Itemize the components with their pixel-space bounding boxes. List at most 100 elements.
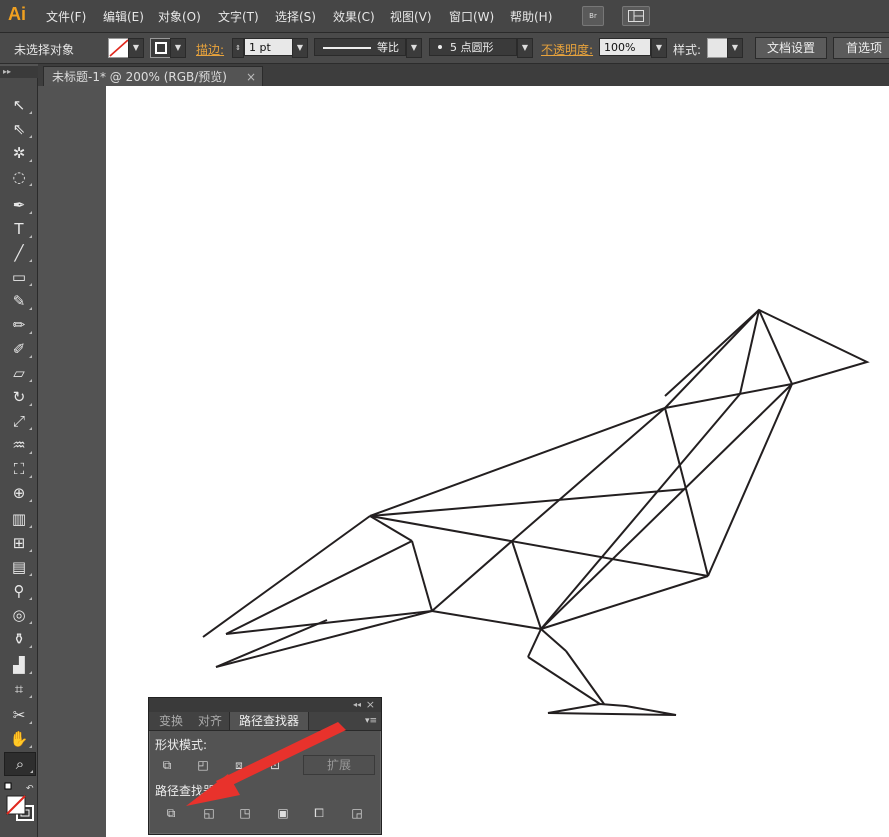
swap-fill-stroke-icon: ↶ [4, 782, 34, 821]
menu-window[interactable]: 窗口(W) [449, 8, 494, 25]
outline-icon[interactable]: ⧠ [309, 804, 329, 822]
scale-tool-icon[interactable]: ⤢ [4, 410, 34, 432]
warp-tool-icon[interactable]: ♒ [4, 434, 34, 456]
eyedropper-tool-icon[interactable]: ⚲ [4, 580, 34, 602]
exclude-icon[interactable]: ⊡ [265, 756, 285, 774]
document-tab-bar: 未标题-1* @ 200% (RGB/预览) × [38, 64, 889, 87]
expand-button[interactable]: 扩展 [303, 755, 375, 775]
stroke-profile-label: 等比 [377, 41, 399, 54]
pencil-tool-icon[interactable]: ✏ [4, 314, 34, 336]
minus-back-icon[interactable]: ◲ [347, 804, 367, 822]
document-setup-button[interactable]: 文档设置 [755, 37, 827, 59]
tab-pathfinder[interactable]: 路径查找器 [229, 712, 309, 730]
close-panel-icon[interactable]: × [366, 698, 375, 712]
layout-grid-icon [628, 10, 644, 22]
stroke-label[interactable]: 描边: [196, 41, 224, 58]
pen-tool-icon[interactable]: ✒ [4, 194, 34, 216]
gradient-tool-icon[interactable]: ▤ [4, 556, 34, 578]
tab-align[interactable]: 对齐 [191, 712, 229, 730]
menu-effect[interactable]: 效果(C) [333, 8, 375, 25]
stroke-weight-stepper[interactable]: ⇕ [232, 38, 244, 58]
stroke-dropdown[interactable]: ▼ [170, 38, 186, 58]
stroke-profile-field[interactable]: 等比 [314, 38, 406, 56]
divide-icon[interactable]: ⧉ [161, 804, 181, 822]
fill-dropdown[interactable]: ▼ [128, 38, 144, 58]
workspace-switcher-button[interactable] [622, 6, 650, 26]
document-tab[interactable]: 未标题-1* @ 200% (RGB/预览) × [43, 66, 263, 87]
direct-selection-tool-icon[interactable]: ⇖ [4, 118, 34, 140]
brush-dot-icon [438, 45, 442, 49]
pathfinder-panel: ◂◂ × 变换 对齐 路径查找器 ▾≡ 形状模式: ⧉ ◰ ⧈ ⊡ 扩展 路径查… [148, 697, 382, 835]
style-swatch[interactable] [707, 38, 729, 58]
stroke-weight-field[interactable]: 1 pt [244, 38, 294, 56]
opacity-label[interactable]: 不透明度: [541, 41, 593, 58]
perspective-grid-tool-icon[interactable]: ▥ [4, 508, 34, 530]
merge-icon[interactable]: ◳ [235, 804, 255, 822]
minus-front-icon[interactable]: ◰ [193, 756, 213, 774]
shape-builder-tool-icon[interactable]: ⊕ [4, 482, 34, 504]
menu-select[interactable]: 选择(S) [275, 8, 316, 25]
stroke-square-icon [155, 42, 167, 54]
opacity-dropdown[interactable]: ▼ [651, 38, 667, 58]
unite-icon[interactable]: ⧉ [157, 756, 177, 774]
menu-type[interactable]: 文字(T) [218, 8, 259, 25]
menu-view[interactable]: 视图(V) [390, 8, 432, 25]
zoom-tool-icon[interactable]: ⌕ [4, 752, 36, 776]
graph-tool-icon[interactable]: ▟ [4, 654, 34, 676]
eraser-tool-icon[interactable]: ▱ [4, 362, 34, 384]
brush-label: 5 点圆形 [450, 41, 494, 54]
tools-panel: ▸▸ ↖ ⇖ ✲ ◌ ✒ T ╱ ▭ ✎ ✏ ✐ ▱ ↻ ⤢ ♒ ⛶ ⊕ ▥ ⊞… [0, 66, 40, 837]
tab-transform[interactable]: 变换 [151, 712, 191, 730]
line-tool-icon[interactable]: ╱ [4, 242, 34, 264]
lasso-tool-icon[interactable]: ◌ [4, 166, 34, 188]
pathfinders-label: 路径查找器: [155, 784, 220, 798]
brush-field[interactable]: 5 点圆形 [429, 38, 517, 56]
paintbrush-tool-icon[interactable]: ✎ [4, 290, 34, 312]
stroke-profile-dropdown[interactable]: ▼ [406, 38, 422, 58]
shape-modes-label: 形状模式: [155, 738, 208, 752]
no-fill-icon [109, 39, 129, 57]
menu-edit[interactable]: 编辑(E) [103, 8, 144, 25]
blob-brush-tool-icon[interactable]: ✐ [4, 338, 34, 360]
artboard-tool-icon[interactable]: ⌗ [4, 678, 34, 700]
control-bar: 未选择对象 ▼ ▼ 描边: ⇕ 1 pt ▼ 等比 ▼ 5 点圆形 ▼ 不透明度… [0, 33, 889, 64]
blend-tool-icon[interactable]: ◎ [4, 604, 34, 626]
rectangle-tool-icon[interactable]: ▭ [4, 266, 34, 288]
style-dropdown[interactable]: ▼ [727, 38, 743, 58]
panel-menu-icon[interactable]: ▾≡ [365, 712, 377, 730]
opacity-field[interactable]: 100% [599, 38, 651, 56]
rotate-tool-icon[interactable]: ↻ [4, 386, 34, 408]
trim-icon[interactable]: ◱ [199, 804, 219, 822]
bridge-button[interactable]: Br [582, 6, 604, 26]
menu-object[interactable]: 对象(O) [158, 8, 201, 25]
panel-title-strip[interactable]: ◂◂ × [149, 698, 381, 712]
type-tool-icon[interactable]: T [4, 218, 34, 240]
document-tab-title: 未标题-1* @ 200% (RGB/预览) [52, 70, 227, 84]
free-transform-tool-icon[interactable]: ⛶ [4, 458, 34, 480]
menu-file[interactable]: 文件(F) [46, 8, 86, 25]
close-tab-icon[interactable]: × [246, 67, 256, 87]
stroke-weight-dropdown[interactable]: ▼ [292, 38, 308, 58]
svg-text:↶: ↶ [26, 784, 34, 794]
crop-icon[interactable]: ▣ [273, 804, 293, 822]
stroke-swatch[interactable] [150, 38, 172, 58]
selection-status: 未选择对象 [14, 43, 75, 57]
magic-wand-tool-icon[interactable]: ✲ [4, 142, 34, 164]
mesh-tool-icon[interactable]: ⊞ [4, 532, 34, 554]
fill-swatch[interactable] [108, 38, 130, 58]
symbol-sprayer-tool-icon[interactable]: ⚱ [4, 628, 34, 650]
stroke-profile-line-icon [323, 47, 371, 49]
menu-help[interactable]: 帮助(H) [510, 8, 552, 25]
intersect-icon[interactable]: ⧈ [229, 756, 249, 774]
fill-stroke-widget[interactable]: ↶ [4, 782, 36, 822]
hand-tool-icon[interactable]: ✋ [4, 728, 34, 750]
panel-tabs: 变换 对齐 路径查找器 ▾≡ [149, 712, 381, 731]
collapse-panel-icon[interactable]: ◂◂ [353, 698, 361, 712]
slice-tool-icon[interactable]: ✂ [4, 704, 34, 726]
brush-dropdown[interactable]: ▼ [517, 38, 533, 58]
menu-bar: Ai 文件(F) 编辑(E) 对象(O) 文字(T) 选择(S) 效果(C) 视… [0, 0, 889, 33]
preferences-button[interactable]: 首选项 [833, 37, 889, 59]
selection-tool-icon[interactable]: ↖ [4, 94, 34, 116]
style-label: 样式: [673, 43, 702, 57]
tools-panel-collapse-icon[interactable]: ▸▸ [0, 66, 40, 78]
